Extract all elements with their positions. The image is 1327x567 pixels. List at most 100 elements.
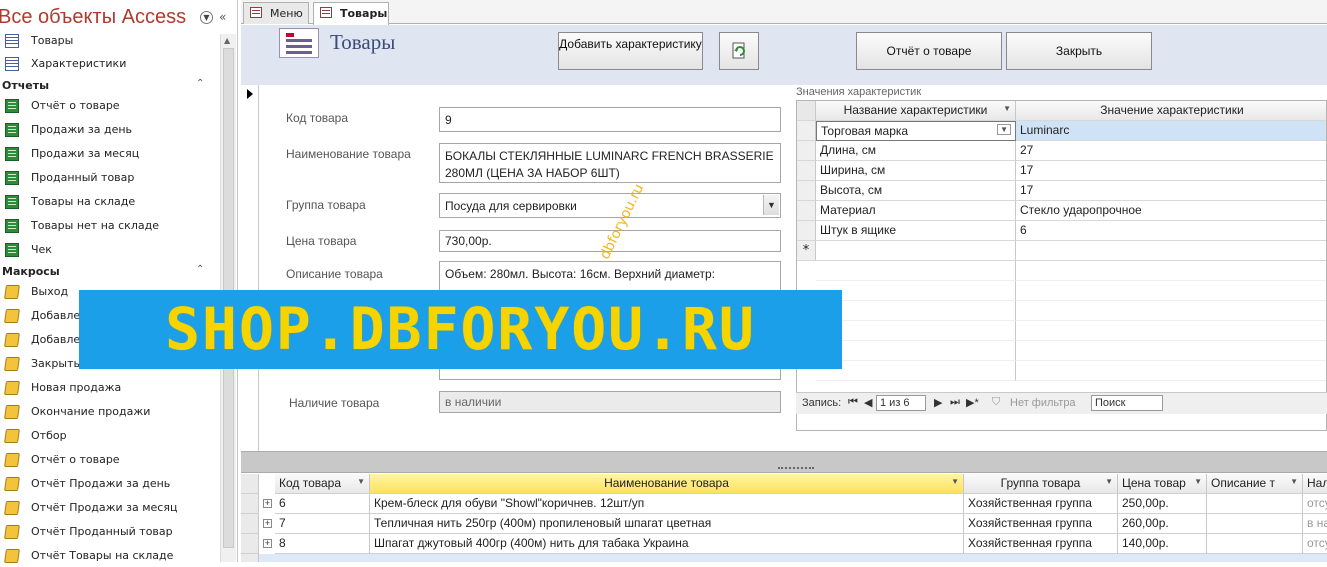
add-characteristic-button[interactable]: Добавить характеристику: [558, 32, 703, 70]
characteristic-value-cell[interactable]: Стекло ударопрочное: [1016, 201, 1326, 221]
subform-new-row[interactable]: *: [797, 241, 1326, 261]
row-selector[interactable]: [797, 141, 816, 161]
nav-item-table-tovary[interactable]: Товары: [0, 30, 218, 52]
subform-row[interactable]: Высота, см 17: [797, 181, 1326, 201]
nav-item-report[interactable]: Продажи за день: [0, 119, 218, 141]
nav-item-report[interactable]: Товары на складе: [0, 191, 218, 213]
column-header[interactable]: Описание т ▼: [1207, 474, 1303, 494]
characteristic-value-cell[interactable]: [1016, 241, 1326, 261]
nav-item-macro[interactable]: Отчёт о товаре: [0, 449, 218, 471]
row-selector[interactable]: [797, 161, 816, 181]
characteristic-value-cell[interactable]: 6: [1016, 221, 1326, 241]
nav-item-report[interactable]: Продажи за месяц: [0, 143, 218, 165]
tab-menu[interactable]: Меню: [243, 2, 309, 24]
code-cell[interactable]: 8: [275, 534, 370, 554]
nav-item-report[interactable]: Чек: [0, 239, 218, 261]
price-cell[interactable]: 260,00р.: [1118, 514, 1207, 534]
column-header[interactable]: Наименование товара ▼: [370, 474, 964, 494]
nav-item-macro[interactable]: Отбор: [0, 425, 218, 447]
chevron-down-icon[interactable]: ▼: [997, 124, 1011, 135]
subform-row[interactable]: Торговая марка ▼ Luminarc: [797, 121, 1326, 141]
characteristic-value-cell[interactable]: Luminarc: [1016, 121, 1326, 141]
characteristic-name-cell[interactable]: Высота, см: [816, 181, 1016, 201]
characteristic-name-cell[interactable]: Длина, см: [816, 141, 1016, 161]
refresh-button[interactable]: [719, 32, 759, 70]
stock-cell[interactable]: отсу: [1303, 534, 1327, 554]
row-selector[interactable]: [797, 181, 816, 201]
subform-row[interactable]: Материал Стекло ударопрочное: [797, 201, 1326, 221]
column-header[interactable]: Нал: [1303, 474, 1327, 494]
name-cell[interactable]: Крем-блеск для обуви "Showl"коричнев. 12…: [370, 494, 964, 514]
last-record-icon[interactable]: ⏭: [950, 396, 960, 409]
row-selector[interactable]: [241, 534, 259, 554]
nav-item-macro[interactable]: Окончание продажи: [0, 401, 218, 423]
search-input[interactable]: Поиск: [1091, 395, 1163, 411]
nav-item-report[interactable]: Проданный товар: [0, 167, 218, 189]
group-cell[interactable]: Хозяйственная группа: [964, 514, 1118, 534]
nav-item-table-harakteristiki[interactable]: Характеристики: [0, 53, 218, 75]
stock-cell[interactable]: в на: [1303, 514, 1327, 534]
filter-status[interactable]: Нет фильтра: [1010, 397, 1076, 409]
characteristic-value-cell[interactable]: 27: [1016, 141, 1326, 161]
nav-item-report[interactable]: Товары нет на складе: [0, 215, 218, 237]
nav-group-macros[interactable]: Макросы ⌃: [2, 262, 218, 282]
subform-row[interactable]: Ширина, см 17: [797, 161, 1326, 181]
column-header[interactable]: Группа товара ▼: [964, 474, 1118, 494]
splitter-grip-icon[interactable]: [778, 467, 814, 471]
expand-icon[interactable]: +: [263, 519, 272, 528]
group-cell[interactable]: Хозяйственная группа: [964, 494, 1118, 514]
name-field[interactable]: БОКАЛЫ СТЕКЛЯННЫЕ LUMINARC FRENCH BRASSE…: [439, 143, 781, 183]
nav-item-macro[interactable]: Отчёт Продажи за день: [0, 473, 218, 495]
code-cell[interactable]: 7: [275, 514, 370, 534]
tab-tovary[interactable]: Товары: [313, 2, 389, 25]
new-record-icon[interactable]: ▶*: [966, 396, 979, 409]
report-button[interactable]: Отчёт о товаре: [856, 32, 1002, 70]
column-header[interactable]: Название характеристики ▼: [816, 101, 1016, 121]
chevron-down-icon[interactable]: ▼: [763, 195, 779, 215]
close-button[interactable]: Закрыть: [1006, 32, 1152, 70]
table-row-current[interactable]: [241, 554, 1327, 562]
select-all-cell[interactable]: [241, 474, 259, 494]
nav-item-macro[interactable]: Отчёт Проданный товар: [0, 521, 218, 543]
price-cell[interactable]: 250,00р.: [1118, 494, 1207, 514]
price-cell[interactable]: 140,00р.: [1118, 534, 1207, 554]
row-selector[interactable]: [797, 121, 816, 141]
row-selector[interactable]: [241, 494, 259, 514]
shutter-collapse-icon[interactable]: «: [219, 10, 226, 24]
stock-field[interactable]: в наличии: [439, 391, 781, 413]
description-cell[interactable]: [1207, 534, 1303, 554]
sort-arrow-icon[interactable]: ▼: [1290, 477, 1298, 486]
nav-dropdown-icon[interactable]: ▼: [200, 11, 213, 24]
row-selector[interactable]: [241, 514, 259, 534]
name-cell[interactable]: Тепличная нить 250гр (400м) пропиленовый…: [370, 514, 964, 534]
sort-arrow-icon[interactable]: ▼: [951, 477, 959, 486]
column-header[interactable]: Значение характеристики: [1016, 101, 1326, 121]
collapse-chevron-icon[interactable]: ⌃: [196, 264, 204, 275]
characteristic-name-cell[interactable]: Ширина, см: [816, 161, 1016, 181]
characteristic-name-combobox[interactable]: Торговая марка ▼: [816, 121, 1016, 141]
nav-group-reports[interactable]: Отчеты ⌃: [2, 76, 218, 96]
code-cell[interactable]: 6: [275, 494, 370, 514]
subform-row[interactable]: Штук в ящике 6: [797, 221, 1326, 241]
sort-arrow-icon[interactable]: ▼: [1003, 104, 1011, 113]
scroll-up-icon[interactable]: ▲: [224, 36, 234, 46]
nav-item-macro[interactable]: Новая продажа: [0, 377, 218, 399]
row-selector[interactable]: [797, 201, 816, 221]
next-record-icon[interactable]: ▶: [934, 396, 942, 409]
record-position-field[interactable]: 1 из 6: [876, 395, 926, 411]
characteristic-value-cell[interactable]: 17: [1016, 181, 1326, 201]
sort-arrow-icon[interactable]: ▼: [1194, 477, 1202, 486]
first-record-icon[interactable]: ⏮: [848, 396, 858, 409]
sort-arrow-icon[interactable]: ▼: [1105, 477, 1113, 486]
sort-arrow-icon[interactable]: ▼: [357, 477, 365, 486]
nav-title[interactable]: Все объекты Access: [0, 6, 186, 29]
nav-item-macro[interactable]: Отчёт Товары на складе: [0, 545, 218, 567]
description-cell[interactable]: [1207, 494, 1303, 514]
select-all-cell[interactable]: [797, 101, 816, 121]
expand-icon[interactable]: +: [263, 499, 272, 508]
nav-item-macro[interactable]: Отчёт Продажи за месяц: [0, 497, 218, 519]
subform-row[interactable]: Длина, см 27: [797, 141, 1326, 161]
nav-header[interactable]: Все объекты Access ▼ «: [0, 0, 238, 34]
characteristic-name-cell[interactable]: Штук в ящике: [816, 221, 1016, 241]
name-cell[interactable]: Шпагат джутовый 400гр (400м) нить для та…: [370, 534, 964, 554]
